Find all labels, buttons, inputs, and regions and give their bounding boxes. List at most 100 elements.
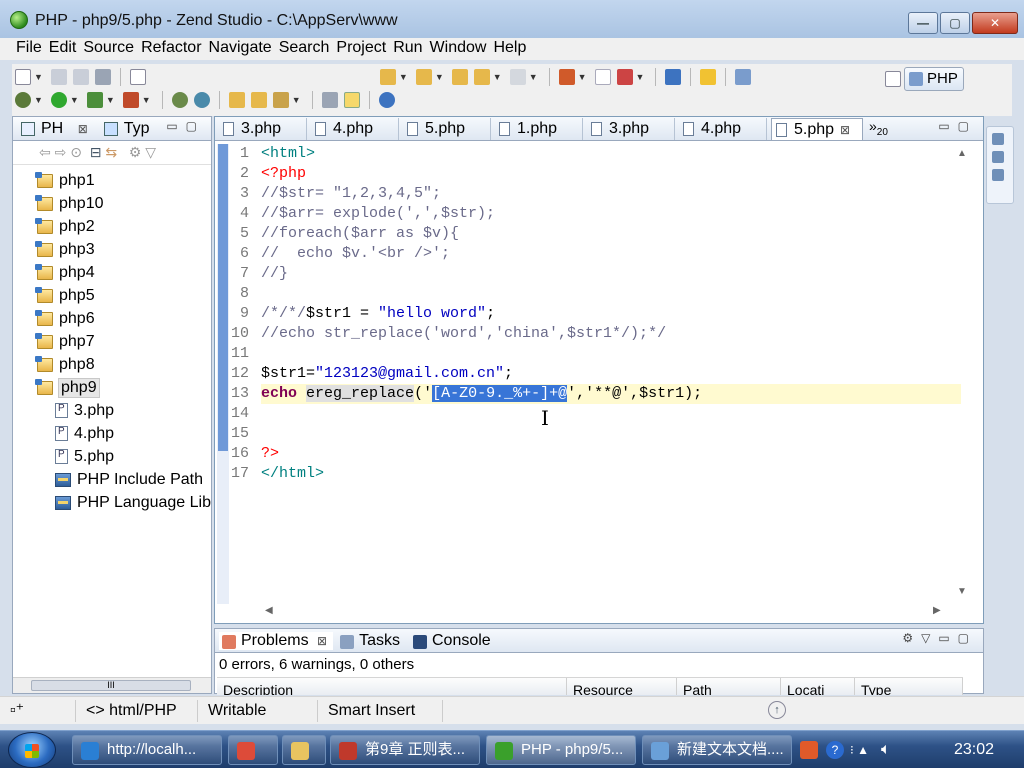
deploy-icon[interactable] (616, 69, 633, 85)
menu-file[interactable]: File (0, 38, 49, 60)
close-button[interactable]: ✕ (972, 12, 1018, 34)
code-line[interactable]: 7//} (229, 264, 961, 284)
tree-item[interactable]: php8 (13, 353, 211, 376)
code-line[interactable]: 15 (229, 424, 961, 444)
mark-occurrences-icon[interactable] (343, 92, 360, 108)
tab-php-explorer[interactable]: PH ⊠ (19, 120, 88, 138)
tab-type-hierarchy[interactable]: Typ (102, 120, 150, 138)
editor-tab[interactable]: 5.php (403, 118, 491, 140)
bookmark-icon[interactable] (700, 69, 717, 85)
chevron-down-icon[interactable]: ▼ (292, 95, 301, 105)
chevron-down-icon[interactable]: ▼ (106, 95, 115, 105)
open-perspective-icon[interactable] (885, 71, 901, 87)
menu-help[interactable]: Help (493, 38, 533, 60)
editor-tab[interactable]: 3.php (219, 118, 307, 140)
maximize-button[interactable]: ▢ (940, 12, 970, 34)
menu-refactor[interactable]: Refactor (141, 38, 208, 60)
wand-icon[interactable] (272, 92, 289, 108)
menu-navigate[interactable]: Navigate (209, 38, 279, 60)
code-line[interactable]: 17 </html> (229, 464, 961, 484)
scroll-down-icon[interactable]: ▼ (957, 586, 967, 597)
tree-item[interactable]: php6 (13, 307, 211, 330)
tray-overflow-icon[interactable]: ⁝ ▲ (850, 743, 869, 757)
editor-tab[interactable]: 1.php (495, 118, 583, 140)
sogou-icon[interactable] (800, 741, 818, 759)
tab-problems[interactable]: Problems ⊠ (219, 631, 334, 650)
close-icon[interactable]: ⊠ (840, 123, 850, 137)
vertical-scrollbar[interactable]: ▲ ▼ (949, 142, 983, 604)
collapse-all-icon[interactable]: ⊟ (90, 144, 102, 161)
close-icon[interactable]: ⊠ (78, 122, 88, 136)
php-debug-icon[interactable] (171, 92, 188, 108)
task-list-icon[interactable] (992, 169, 1004, 181)
tree-item[interactable]: 4.php (13, 422, 211, 445)
link-editor-icon[interactable]: ⇆ (105, 144, 117, 161)
fast-view-icon[interactable]: ▫⁺ (0, 699, 76, 722)
blank-page-icon[interactable] (594, 69, 611, 85)
remote-icon[interactable] (735, 69, 752, 85)
menu-project[interactable]: Project (336, 38, 393, 60)
code-line[interactable]: 16 ?> (229, 444, 961, 464)
external-tools-icon[interactable] (122, 92, 139, 108)
tree-item[interactable]: php7 (13, 330, 211, 353)
print-icon[interactable] (94, 69, 111, 85)
new-icon[interactable] (15, 69, 31, 85)
open-type-icon[interactable] (129, 69, 146, 85)
horizontal-scrollbar[interactable]: III (13, 677, 211, 693)
restore-icon[interactable] (992, 133, 1004, 145)
taskbar-button[interactable] (282, 735, 326, 765)
chevron-down-icon[interactable]: ▼ (578, 72, 587, 82)
scroll-up-icon[interactable]: ▲ (957, 148, 967, 159)
profile-icon[interactable] (86, 92, 103, 108)
tree-item[interactable]: 5.php (13, 445, 211, 468)
pin-icon[interactable] (558, 69, 575, 85)
run-icon[interactable] (50, 92, 67, 108)
chevron-down-icon[interactable]: ▼ (142, 95, 151, 105)
forward-arrow-icon[interactable]: ⇨ (55, 144, 67, 161)
menu-run[interactable]: Run (393, 38, 429, 60)
view-minmax-controls[interactable]: ▭▢ (938, 119, 977, 133)
back-icon[interactable] (473, 69, 490, 85)
debug-icon[interactable] (15, 92, 31, 108)
code-line[interactable]: 9/*/*/$str1 = "hello word"; (229, 304, 961, 324)
taskbar-button[interactable] (228, 735, 278, 765)
tree-item[interactable]: php10 (13, 192, 211, 215)
column-resource[interactable]: Resource (567, 678, 677, 695)
tree-item[interactable]: php1 (13, 169, 211, 192)
column-path[interactable]: Path (677, 678, 781, 695)
close-icon[interactable]: ⊠ (317, 634, 327, 648)
chevron-down-icon[interactable]: ▼ (70, 95, 79, 105)
new-project-icon[interactable] (250, 92, 267, 108)
taskbar-button[interactable]: 第9章 正则表... (330, 735, 480, 765)
code-line[interactable]: 4//$arr= explode(',',$str); (229, 204, 961, 224)
menu-window[interactable]: Window (430, 38, 494, 60)
taskbar-button[interactable]: PHP - php9/5... (486, 735, 636, 765)
view-minmax-controls[interactable]: ▭▢ (166, 119, 205, 133)
back-arrow-icon[interactable]: ⇦ (39, 144, 51, 161)
code-line[interactable]: 10//echo str_replace('word','china',$str… (229, 324, 961, 344)
next-annotation-icon[interactable] (379, 69, 396, 85)
tree-item[interactable]: 3.php (13, 399, 211, 422)
outline-icon[interactable] (992, 151, 1004, 163)
chevron-down-icon[interactable]: ▼ (399, 72, 408, 82)
editor-tab[interactable]: 4.php (679, 118, 767, 140)
scroll-left-icon[interactable]: ◀ (265, 605, 273, 616)
chevron-down-icon[interactable]: ▼ (34, 72, 43, 82)
chevron-down-icon[interactable]: ▼ (493, 72, 502, 82)
server-icon[interactable] (665, 69, 682, 85)
tree-item[interactable]: php4 (13, 261, 211, 284)
tab-tasks[interactable]: Tasks (337, 632, 406, 650)
tree-item[interactable]: PHP Include Path (13, 468, 211, 491)
scroll-thumb[interactable]: III (31, 680, 191, 691)
save-all-icon[interactable] (72, 69, 89, 85)
open-folder-icon[interactable] (228, 92, 245, 108)
editor-tab[interactable]: 4.php (311, 118, 399, 140)
last-edit-icon[interactable] (451, 69, 468, 85)
view-minmax-controls[interactable]: ⚙▽▭▢ (902, 631, 977, 645)
tree-item[interactable]: php3 (13, 238, 211, 261)
chevron-down-icon[interactable]: ▼ (636, 72, 645, 82)
forward-icon[interactable] (509, 69, 526, 85)
view-menu-icon[interactable]: ⚙ ▽ (129, 144, 156, 161)
previous-annotation-icon[interactable] (415, 69, 432, 85)
code-line[interactable]: 6// echo $v.'<br />'; (229, 244, 961, 264)
